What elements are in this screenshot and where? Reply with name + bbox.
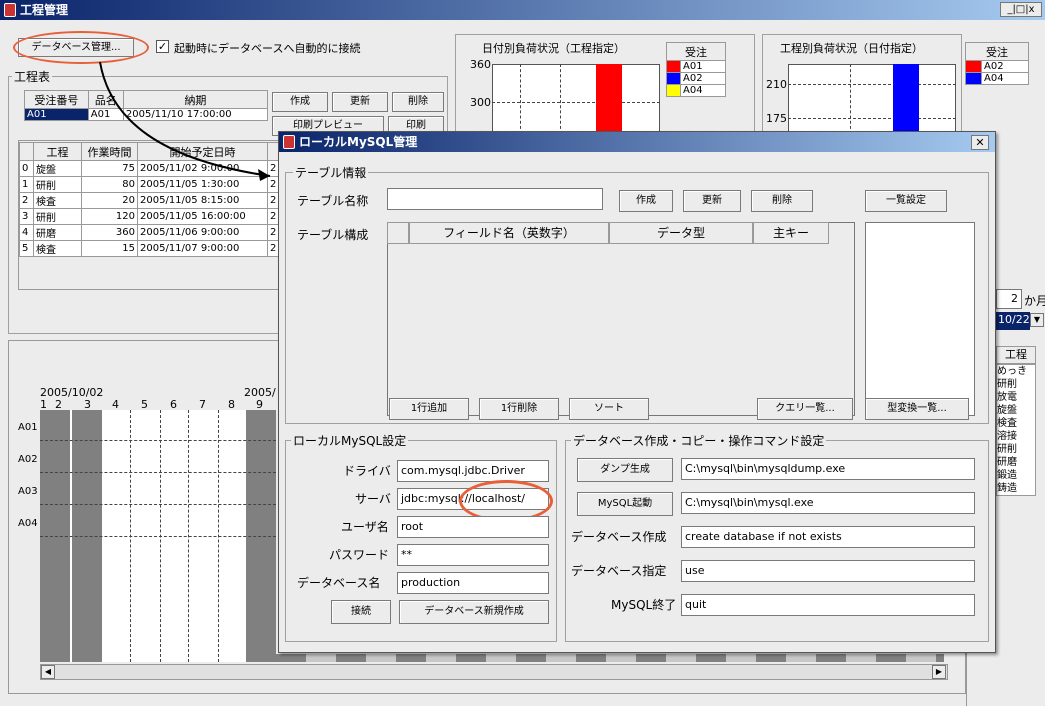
col-header-primary-key[interactable]: 主キー [753, 222, 829, 244]
create-new-database-button[interactable]: データベース新規作成 [399, 600, 549, 624]
create-db-label: データベース作成 [571, 530, 667, 544]
mysql-settings-group-title: ローカルMySQL設定 [291, 432, 409, 449]
delete-row-button[interactable]: 1行削除 [479, 398, 559, 420]
mysql-path-input[interactable]: C:\mysql\bin\mysql.exe [681, 492, 975, 514]
quit-label: MySQL終了 [611, 598, 677, 612]
col-header-field-name[interactable]: フィールド名（英数字） [409, 222, 609, 244]
driver-input[interactable]: com.mysql.jdbc.Driver [397, 460, 549, 482]
table-info-group-title: テーブル情報 [293, 164, 369, 181]
query-list-button[interactable]: クエリ一覧... [757, 398, 853, 420]
dump-generate-button[interactable]: ダンプ生成 [577, 458, 673, 482]
table-name-input[interactable] [387, 188, 603, 210]
driver-label: ドライバ [343, 464, 391, 478]
server-label: サーバ [355, 492, 391, 506]
dialog-title: ローカルMySQL管理 [299, 135, 418, 149]
sort-button[interactable]: ソート [569, 398, 649, 420]
col-header-data-type[interactable]: データ型 [609, 222, 753, 244]
dialog-titlebar: ローカルMySQL管理 [279, 132, 995, 152]
quit-command-input[interactable]: quit [681, 594, 975, 616]
col-header-blank [387, 222, 409, 244]
mysql-manager-dialog: ローカルMySQL管理 ✕ テーブル情報 テーブル名称 作成 更新 削除 一覧設… [278, 131, 996, 653]
database-name-label: データベース名 [297, 576, 381, 590]
type-conversion-list-button[interactable]: 型変換一覧... [865, 398, 969, 420]
connect-button[interactable]: 接続 [331, 600, 391, 624]
arrow-path [99, 61, 271, 177]
settings-list-box[interactable] [865, 222, 975, 416]
table-structure-label: テーブル構成 [297, 228, 369, 242]
db-commands-group-title: データベース作成・コピー・操作コマンド設定 [571, 432, 827, 449]
java-app-icon [283, 135, 295, 149]
mysql-start-button[interactable]: MySQL起動 [577, 492, 673, 516]
table-delete-button[interactable]: 削除 [751, 190, 813, 212]
table-structure-header: フィールド名（英数字） データ型 主キー [387, 222, 829, 244]
database-name-input[interactable]: production [397, 572, 549, 594]
table-update-button[interactable]: 更新 [683, 190, 741, 212]
password-input[interactable]: ** [397, 544, 549, 566]
table-structure-grid[interactable] [387, 222, 855, 416]
arrowhead [258, 169, 270, 181]
user-input[interactable]: root [397, 516, 549, 538]
create-db-command-input[interactable]: create database if not exists [681, 526, 975, 548]
password-label: パスワード [329, 548, 390, 562]
close-icon[interactable]: ✕ [971, 135, 989, 150]
user-label: ユーザ名 [341, 520, 389, 534]
table-name-label: テーブル名称 [297, 194, 369, 208]
add-row-button[interactable]: 1行追加 [389, 398, 469, 420]
select-db-command-input[interactable]: use [681, 560, 975, 582]
table-create-button[interactable]: 作成 [619, 190, 673, 212]
list-settings-button[interactable]: 一覧設定 [865, 190, 947, 212]
select-db-label: データベース指定 [571, 564, 667, 578]
dump-path-input[interactable]: C:\mysql\bin\mysqldump.exe [681, 458, 975, 480]
